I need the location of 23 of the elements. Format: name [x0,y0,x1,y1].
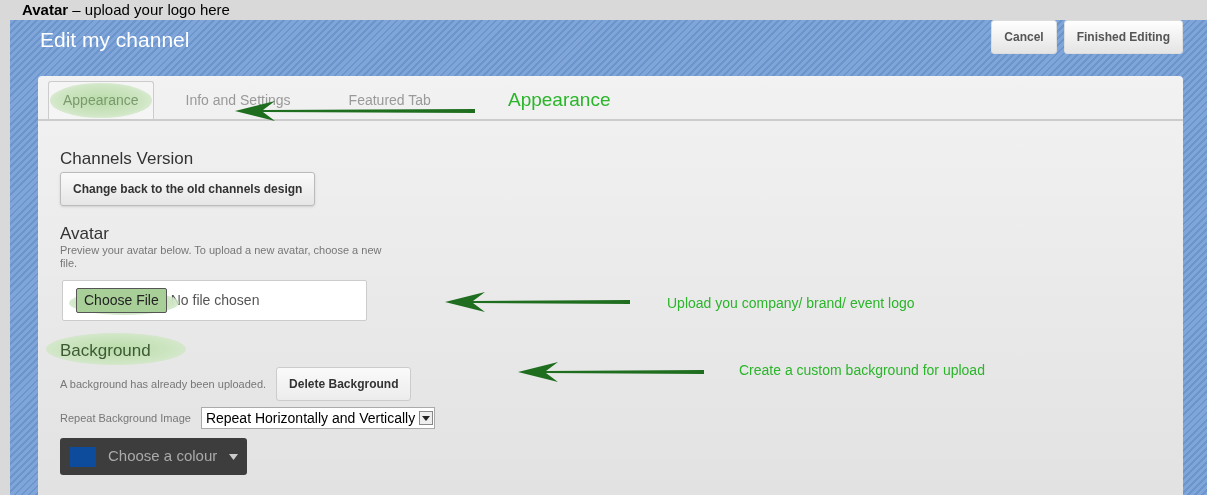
file-input-field[interactable]: Choose File No file chosen [62,280,367,321]
old-design-button[interactable]: Change back to the old channels design [60,172,316,206]
annotation-text: Upload you company/ brand/ event logo [667,294,915,313]
repeat-select[interactable]: Repeat Horizontally and Vertically [200,407,436,429]
annotation-text: Appearance [508,88,611,112]
section-heading: Avatar [60,224,109,244]
section-heading: Background [60,341,151,360]
page-title: Edit my channel [40,27,190,53]
select-label: Repeat Background Image [60,410,191,426]
avatar-description: Preview your avatar below. To upload a new avatar, choose a new file. [60,244,383,270]
choose-file-button[interactable]: Choose File [76,288,167,313]
section-heading: Channels Version [60,149,194,169]
caret-icon [229,453,239,460]
file-status: No file chosen [170,291,260,310]
annotation-text: Create a custom background for upload [739,361,985,380]
background-status: A background has already been uploaded. [60,376,267,392]
caret-icon [419,411,434,425]
colour-picker-button[interactable]: Choose a colour [60,438,247,475]
delete-background-button[interactable]: Delete Background [276,367,412,401]
finished-editing-button[interactable]: Finished Editing [1063,20,1183,54]
caption-text: Avatar – upload your logo here [22,0,230,20]
cancel-button[interactable]: Cancel [991,20,1057,54]
colour-swatch [70,446,96,467]
